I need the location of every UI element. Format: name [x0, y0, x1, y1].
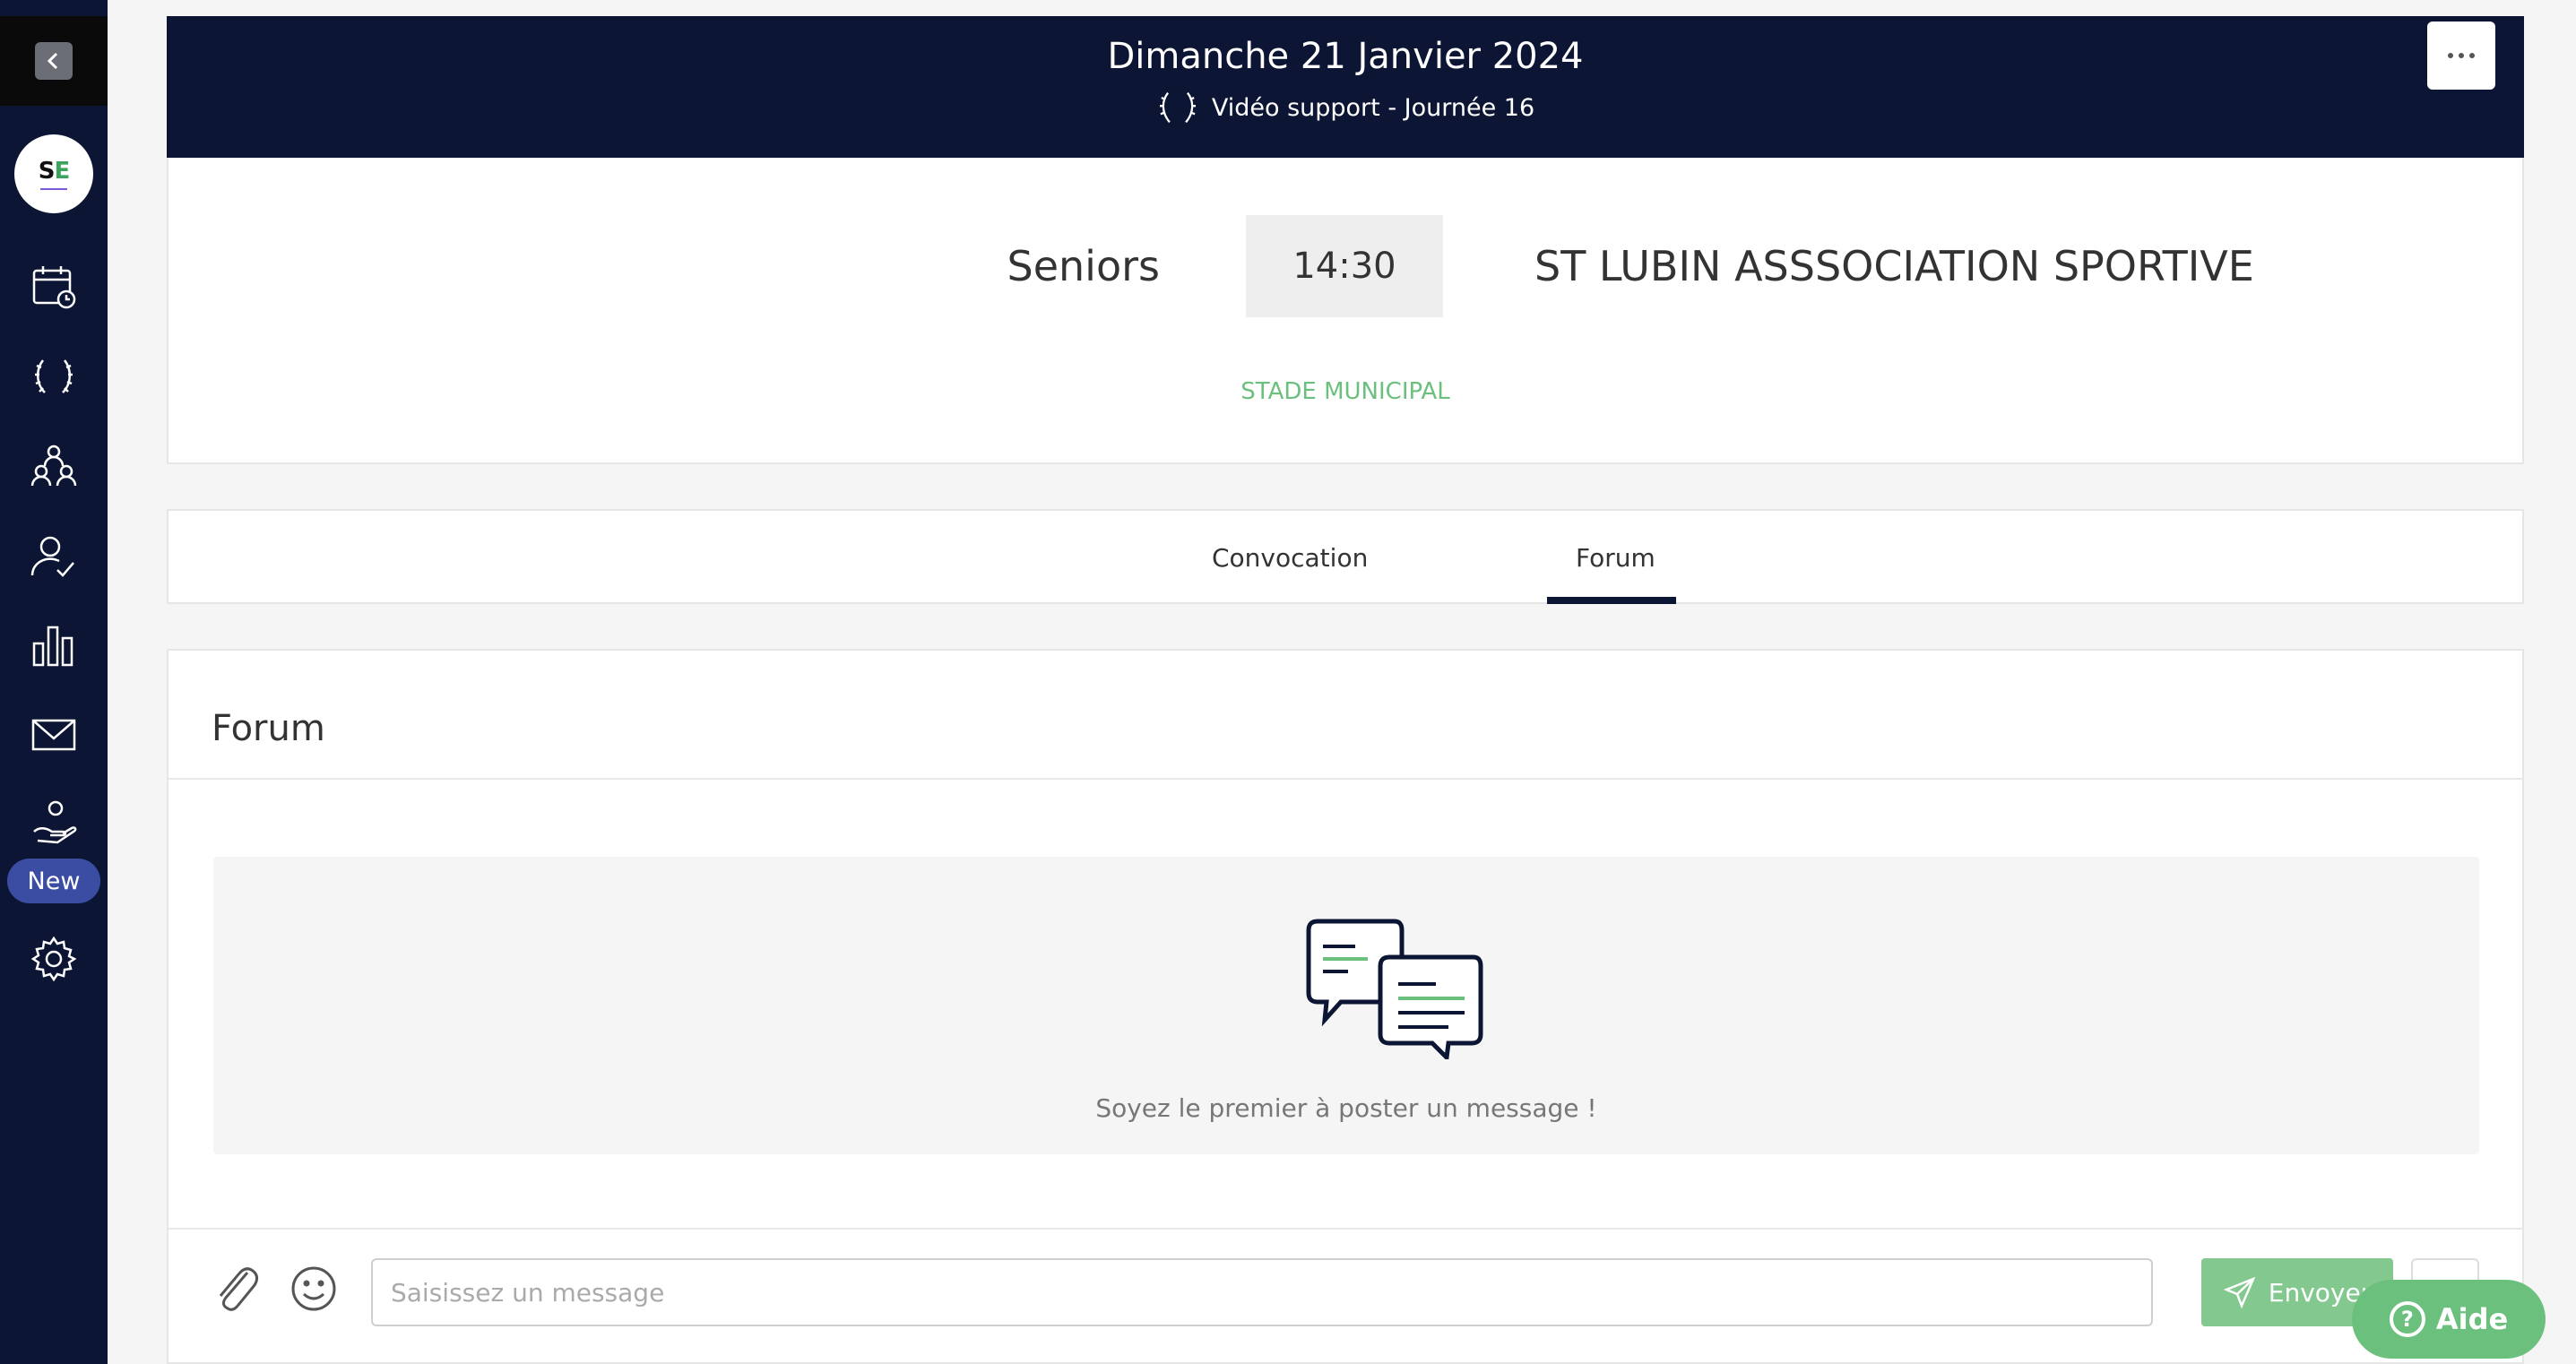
composer-divider	[169, 1228, 2522, 1230]
tab-forum[interactable]: Forum	[1576, 543, 1655, 573]
attach-button[interactable]	[212, 1260, 260, 1317]
club-logo[interactable]: SE	[14, 134, 93, 213]
forum-title: Forum	[212, 708, 325, 749]
calendar-clock-icon	[32, 266, 76, 309]
nav-statistics[interactable]	[27, 618, 81, 672]
paperclip-icon	[219, 1267, 259, 1311]
nav-attendance[interactable]	[27, 531, 81, 584]
match-date: Dimanche 21 Janvier 2024	[1107, 36, 1584, 77]
chevron-left-icon	[47, 52, 58, 70]
nav-settings[interactable]	[27, 932, 81, 986]
new-badge: New	[7, 859, 100, 903]
match-time: 14:30	[1246, 215, 1443, 317]
competition-line: Vidéo support - Journée 16	[167, 90, 2524, 125]
empty-message: Soyez le premier à poster un message !	[1095, 1093, 1597, 1123]
smiley-icon	[291, 1266, 336, 1311]
more-options-button[interactable]	[2427, 22, 2495, 90]
team-icon	[30, 445, 77, 487]
chat-bubbles-icon	[1306, 919, 1483, 1059]
logo-text: SE	[38, 158, 70, 185]
hand-user-icon	[33, 800, 77, 844]
away-team: ST LUBIN ASSSOCIATION SPORTIVE	[1534, 242, 2254, 290]
dots-icon	[2448, 53, 2453, 58]
forum-panel: Forum Soyez le premier à poster un messa…	[167, 649, 2524, 1364]
question-icon: ?	[2389, 1301, 2425, 1337]
user-check-icon	[30, 536, 74, 577]
help-button[interactable]: ? Aide	[2352, 1280, 2546, 1359]
nav-partners[interactable]	[27, 796, 81, 850]
competition-label: Vidéo support - Journée 16	[1211, 93, 1535, 122]
nav-teams[interactable]	[27, 439, 81, 493]
message-input[interactable]	[371, 1258, 2153, 1326]
tab-bar: Convocation Forum	[167, 509, 2524, 604]
nav-competitions[interactable]	[27, 350, 81, 403]
venue-link[interactable]: STADE MUNICIPAL	[169, 378, 2522, 405]
home-team: Seniors	[1007, 242, 1160, 290]
laurel-icon	[35, 359, 73, 393]
settings-icon	[30, 936, 77, 982]
paper-plane-icon	[2223, 1276, 2256, 1308]
laurel-icon	[1159, 91, 1196, 124]
tab-convocation[interactable]: Convocation	[1212, 543, 1368, 573]
sidebar: SE New	[0, 0, 108, 1364]
match-header: Dimanche 21 Janvier 2024 Vidéo support -…	[167, 16, 2524, 158]
mail-icon	[31, 719, 76, 751]
empty-state: Soyez le premier à poster un message !	[213, 857, 2479, 1154]
collapse-sidebar-button[interactable]	[0, 16, 108, 106]
bar-chart-icon	[32, 626, 73, 667]
emoji-button[interactable]	[290, 1265, 337, 1316]
help-label: Aide	[2435, 1302, 2509, 1336]
divider	[169, 778, 2522, 780]
active-tab-indicator	[1547, 597, 1676, 604]
nav-calendar[interactable]	[27, 260, 81, 314]
match-card: Seniors 14:30 ST LUBIN ASSSOCIATION SPOR…	[167, 158, 2524, 464]
nav-messages[interactable]	[27, 708, 81, 762]
